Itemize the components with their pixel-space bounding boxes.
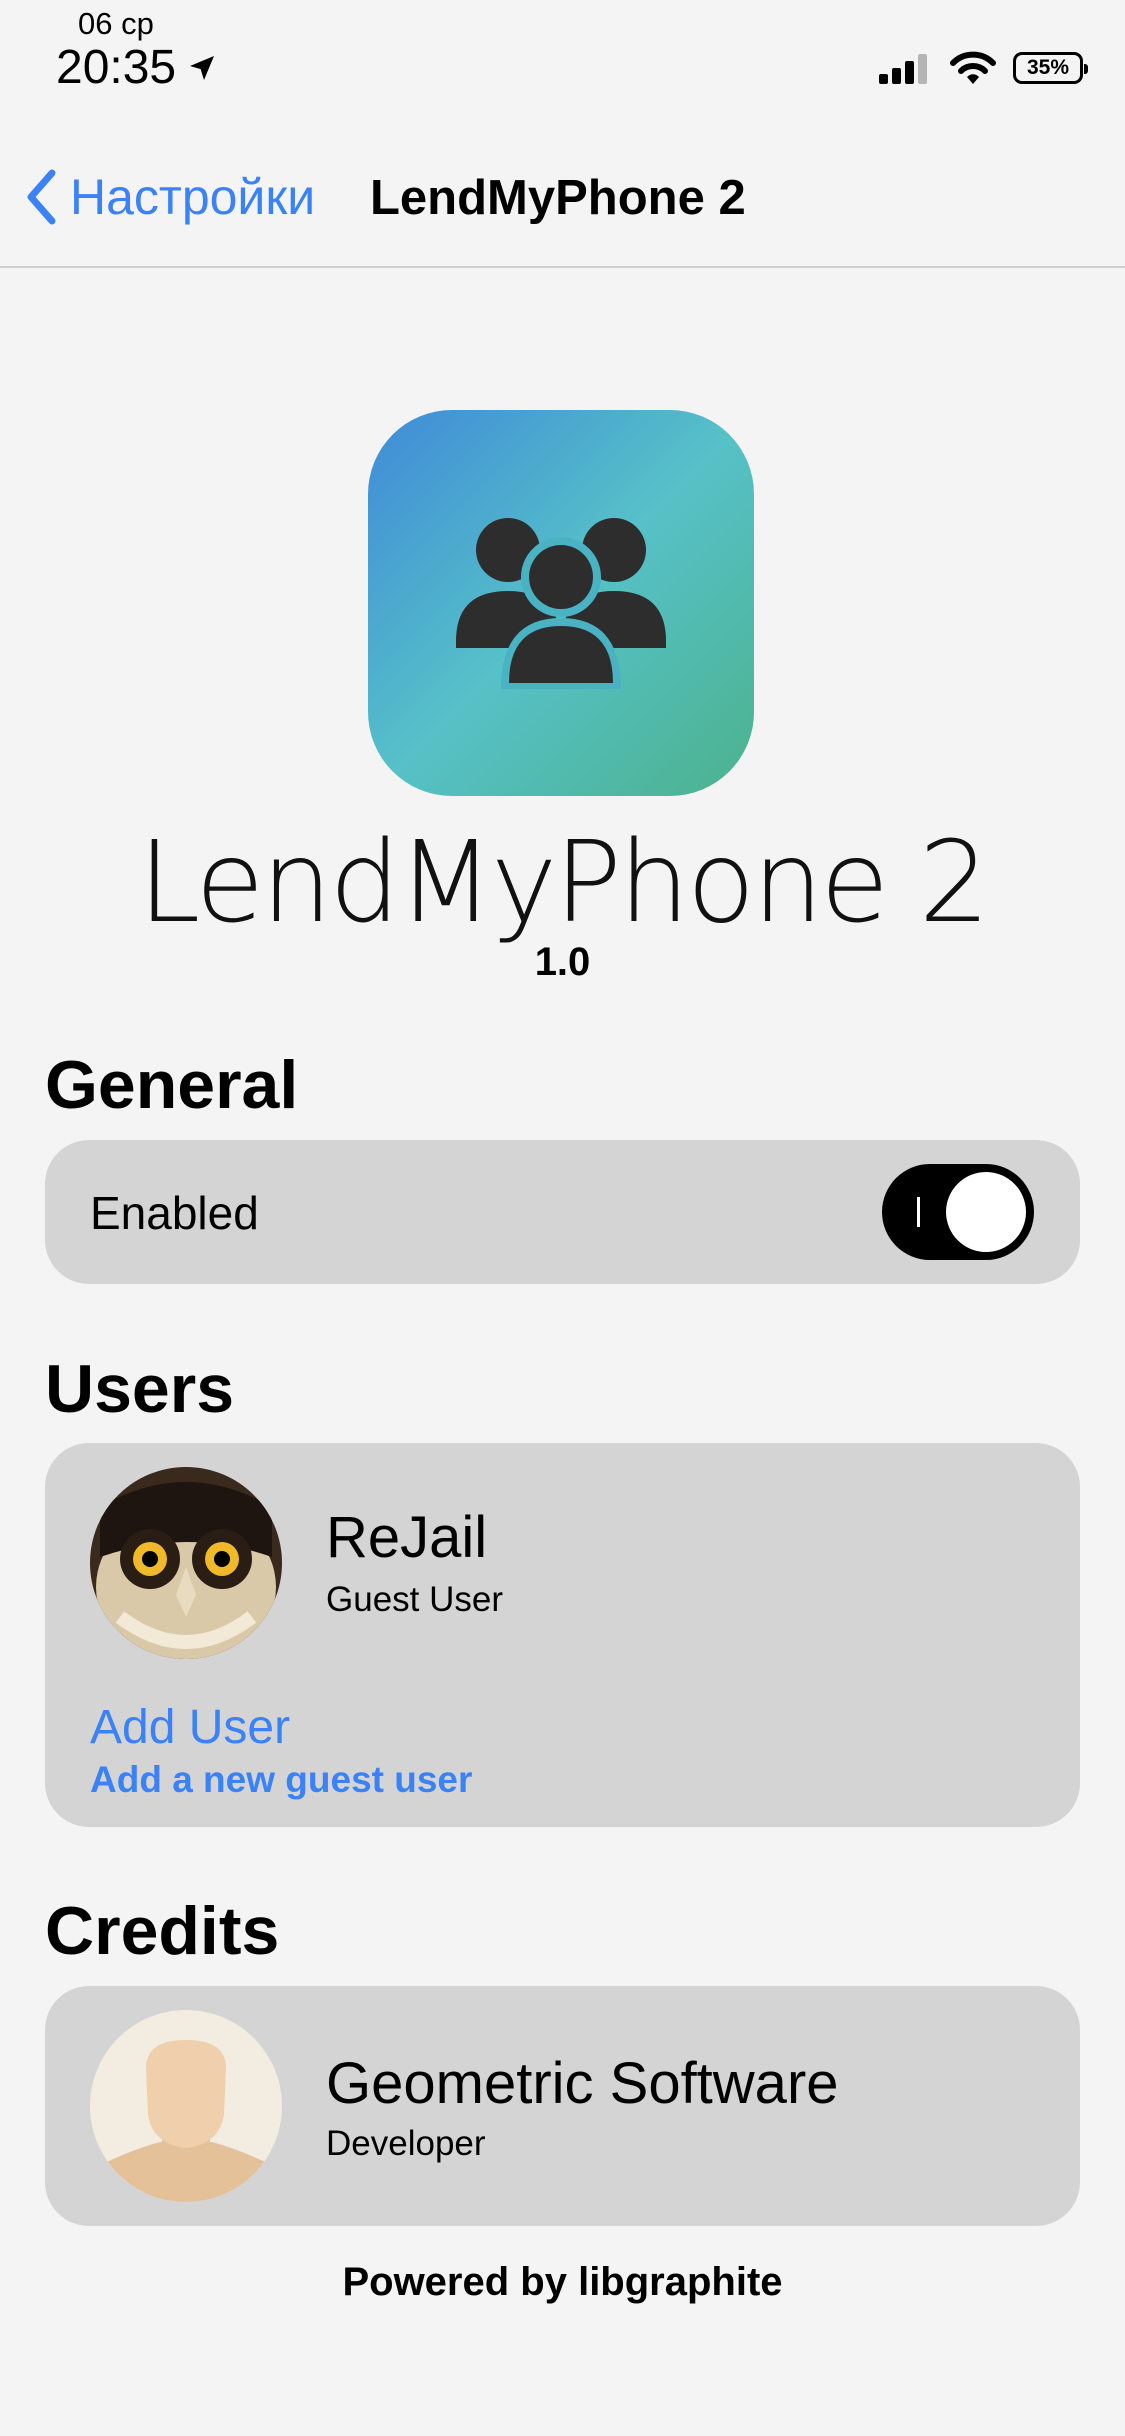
enabled-toggle[interactable] <box>882 1164 1034 1260</box>
owl-avatar-icon <box>90 1467 282 1659</box>
powered-by-footer: Powered by libgraphite <box>342 2260 783 2304</box>
avatar <box>90 1467 282 1659</box>
user-name: ReJail <box>326 1505 488 1570</box>
section-title-general: General <box>45 1047 299 1123</box>
app-name: LendMyPhone 2 <box>137 818 990 948</box>
toggle-on-mark <box>917 1197 920 1227</box>
user-role: Guest User <box>326 1580 503 1619</box>
nav-title: LendMyPhone 2 <box>370 171 746 225</box>
developer-name: Geometric Software <box>326 2051 839 2116</box>
battery-level: 35% <box>1026 56 1070 79</box>
app-icon <box>368 410 754 796</box>
add-user-sub: Add a new guest user <box>90 1759 473 1800</box>
toggle-knob <box>946 1172 1026 1252</box>
status-date: 06 ср <box>78 6 154 41</box>
cellular-signal-icon <box>879 54 927 84</box>
status-time: 20:35 <box>56 40 218 95</box>
location-arrow-icon <box>190 55 215 80</box>
back-button[interactable]: Настройки <box>26 168 315 226</box>
status-indicators: 35% <box>879 50 1088 86</box>
section-title-credits: Credits <box>45 1893 280 1969</box>
add-user-label: Add User <box>90 1701 291 1754</box>
developer-avatar <box>90 2010 282 2202</box>
person-placeholder-icon <box>90 2010 282 2202</box>
back-button-label: Настройки <box>70 169 316 225</box>
enabled-label: Enabled <box>90 1187 259 1239</box>
battery-indicator: 35% <box>1013 52 1088 84</box>
chevron-left-icon <box>27 169 56 225</box>
group-users-icon <box>456 518 666 689</box>
section-title-users: Users <box>45 1351 235 1427</box>
app-version: 1.0 <box>534 940 591 984</box>
wifi-icon <box>950 51 996 84</box>
add-user-button[interactable]: Add User Add a new guest user <box>90 1700 472 1801</box>
status-time-label: 20:35 <box>56 41 177 94</box>
developer-role: Developer <box>326 2124 486 2163</box>
